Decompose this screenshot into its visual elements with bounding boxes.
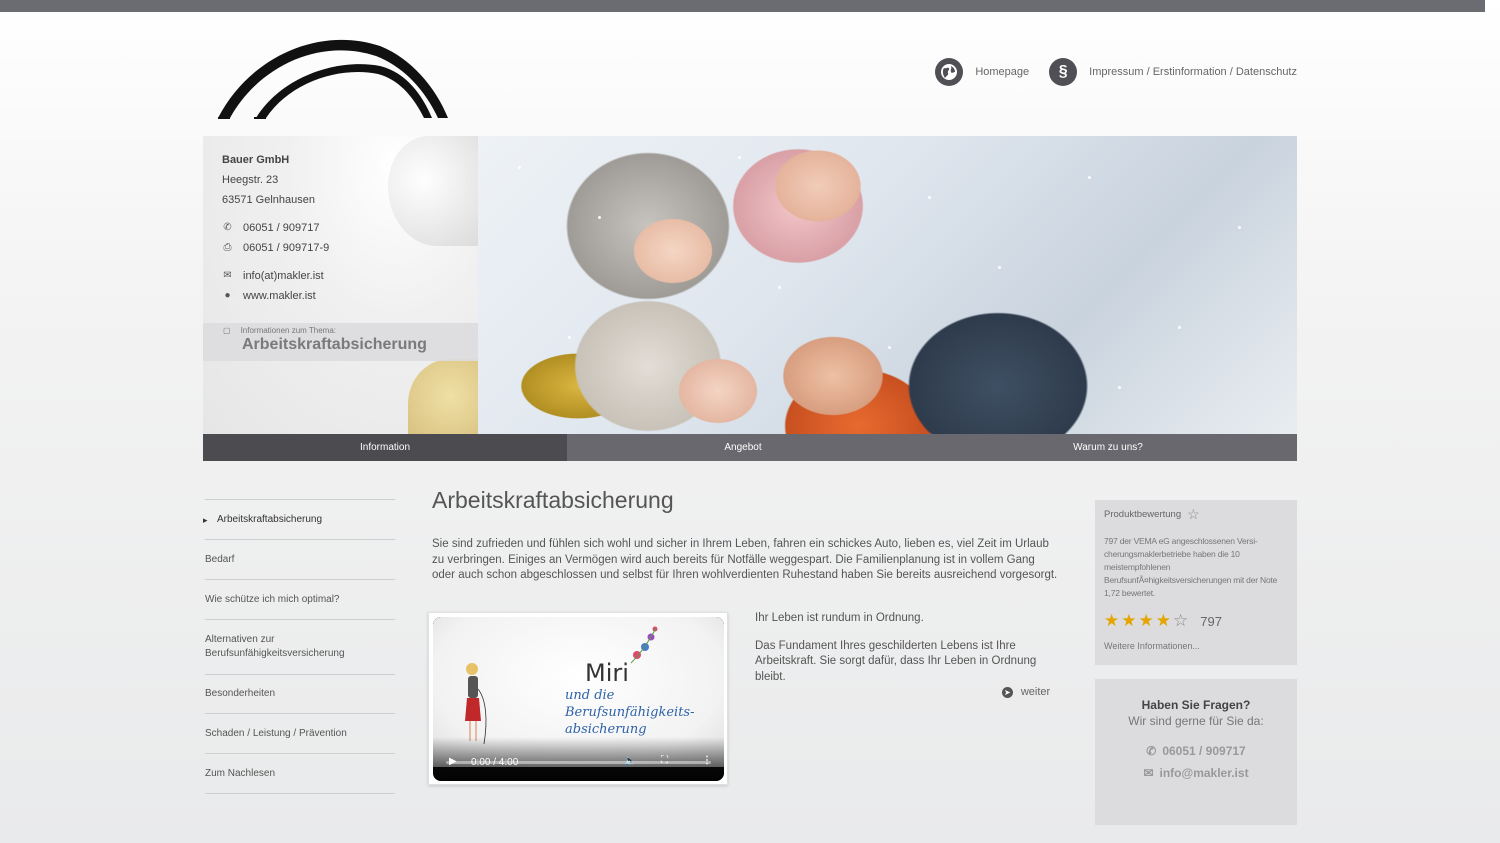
menu-item-alternativen[interactable]: Alternativen zur Berufsunfähigkeitsversi… <box>205 620 395 675</box>
tab-angebot[interactable]: Angebot <box>567 434 919 461</box>
topic-small-label: Informationen zum Thema: <box>240 326 337 335</box>
main-content: Arbeitskraftabsicherung Sie sind zufried… <box>428 487 1062 785</box>
flower-illustration <box>630 626 658 664</box>
rating-header: Produktbewertung <box>1104 509 1182 520</box>
questions-phone[interactable]: ✆ 06051 / 909717 <box>1095 744 1297 758</box>
mitten-decoration <box>408 359 478 434</box>
menu-item-nachlesen[interactable]: Zum Nachlesen <box>205 754 395 794</box>
phone-icon: ✆ <box>1146 744 1157 758</box>
company-name: Bauer GmbH <box>222 154 290 166</box>
star-filled-icon: ★ <box>1121 611 1137 630</box>
video-screen[interactable]: Miri und die Berufsunfähigkeits- absiche… <box>433 617 724 781</box>
intro-text: Sie sind zufrieden und fühlen sich wohl … <box>432 538 1058 581</box>
star-empty-icon: ☆ <box>1173 611 1189 630</box>
homepage-link[interactable]: Homepage <box>935 58 1029 86</box>
impressum-label: Impressum / Erstinformation / Datenschut… <box>1089 66 1297 78</box>
envelope-icon: ✉ <box>223 270 232 281</box>
city: 63571 Gelnhausen <box>222 194 315 206</box>
fax-icon: ⎙ <box>223 242 232 253</box>
video-controls: ▶ 0:00 / 4:00 🔈 ⛶ ⋮ <box>433 737 724 781</box>
weiter-label: weiter <box>1020 686 1051 698</box>
tab-information[interactable]: Information <box>203 434 567 461</box>
questions-email[interactable]: ✉ info@makler.ist <box>1095 766 1297 780</box>
questions-title: Haben Sie Fragen? <box>1141 698 1251 712</box>
paragraph-icon: § <box>1049 58 1078 86</box>
menu-item-arbeitskraftabsicherung[interactable]: Arbeitskraftabsicherung <box>203 500 395 540</box>
text-paragraph-1: Ihr Leben ist rundum in Ordnung. <box>755 612 924 624</box>
menu-item-schaden[interactable]: Schaden / Leistung / Prävention <box>205 714 395 754</box>
video-title-sub: und die Berufsunfähigkeits- absicherung <box>565 688 695 737</box>
weiter-button[interactable]: ➤ weiter <box>992 682 1060 702</box>
menu-item-besonderheiten[interactable]: Besonderheiten <box>205 675 395 714</box>
topic-box: ▢ Informationen zum Thema: Arbeitskrafta… <box>203 323 478 361</box>
video-progress-bar[interactable] <box>446 761 711 764</box>
questions-box: Haben Sie Fragen? Wir sind gerne für Sie… <box>1095 679 1297 825</box>
video-title-main: Miri <box>585 659 629 687</box>
woman-figure-illustration <box>465 663 487 745</box>
text-paragraph-2: Das Fundament Ihres geschilderten Lebens… <box>755 639 1037 683</box>
street: Heegstr. 23 <box>222 174 279 186</box>
menu-item-schutz[interactable]: Wie schütze ich mich optimal? <box>205 580 395 620</box>
company-logo[interactable] <box>210 36 454 126</box>
star-filled-icon: ★ <box>1155 611 1171 630</box>
tab-warum-zu-uns[interactable]: Warum zu uns? <box>919 434 1297 461</box>
star-filled-icon: ★ <box>1104 611 1120 630</box>
rating-description: 797 der VEMA eG angeschlossenen Versi- c… <box>1104 536 1278 598</box>
side-menu: Arbeitskraftabsicherung Bedarf Wie schüt… <box>203 499 395 794</box>
top-bar <box>0 0 1485 12</box>
homepage-label: Homepage <box>975 66 1030 78</box>
fax-number: 06051 / 909717-9 <box>243 242 330 254</box>
product-rating-box: Produktbewertung ☆ 797 der VEMA eG anges… <box>1095 500 1297 665</box>
video-player[interactable]: Miri und die Berufsunfähigkeits- absiche… <box>428 612 728 785</box>
family-snow-photo <box>478 136 1297 434</box>
more-info-link[interactable]: Weitere Informationen... <box>1104 641 1288 651</box>
phone-number: 06051 / 909717 <box>243 222 320 234</box>
snow-decoration <box>388 136 478 246</box>
globe-icon <box>935 58 964 86</box>
email-row[interactable]: ✉ info(at)makler.ist <box>222 266 329 286</box>
website: www.makler.ist <box>243 290 316 302</box>
menu-item-bedarf[interactable]: Bedarf <box>205 540 395 580</box>
phone-row[interactable]: ✆ 06051 / 909717 <box>222 218 329 238</box>
star-outline-icon: ☆ <box>1187 506 1200 522</box>
topic-title: Arbeitskraftabsicherung <box>242 336 427 353</box>
questions-subtitle: Wir sind gerne für Sie da: <box>1128 714 1264 728</box>
web-row[interactable]: ● www.makler.ist <box>222 286 329 306</box>
hero-banner: Bauer GmbH Heegstr. 23 63571 Gelnhausen … <box>203 136 1297 434</box>
email-address: info(at)makler.ist <box>243 270 324 282</box>
address-block: Bauer GmbH Heegstr. 23 63571 Gelnhausen … <box>222 150 329 306</box>
star-filled-icon: ★ <box>1138 611 1154 630</box>
arrow-right-icon: ➤ <box>1001 686 1013 698</box>
envelope-icon: ✉ <box>1143 766 1154 780</box>
rating-stars: ★ ★ ★ ★ ☆ 797 <box>1104 611 1288 631</box>
fax-row: ⎙ 06051 / 909717-9 <box>222 238 330 258</box>
document-icon: ▢ <box>223 326 231 335</box>
page-title: Arbeitskraftabsicherung <box>432 487 674 513</box>
phone-icon: ✆ <box>223 222 232 233</box>
impressum-link[interactable]: § Impressum / Erstinformation / Datensch… <box>1049 58 1297 86</box>
top-navigation: Homepage § Impressum / Erstinformation /… <box>935 58 1297 86</box>
globe-icon: ● <box>224 290 231 301</box>
rating-count: 797 <box>1200 613 1222 629</box>
content-tabs: Information Angebot Warum zu uns? <box>203 434 1297 461</box>
contact-panel: Bauer GmbH Heegstr. 23 63571 Gelnhausen … <box>203 136 478 434</box>
